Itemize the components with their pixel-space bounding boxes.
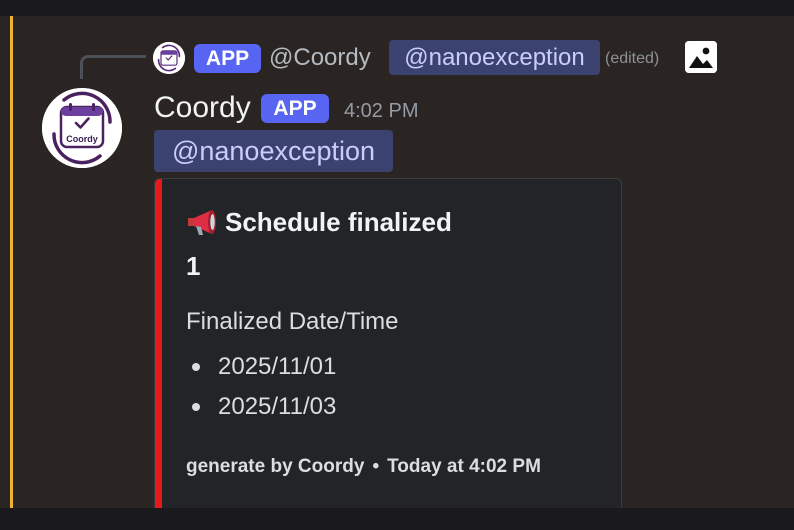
footer-separator: •	[372, 456, 380, 477]
coordy-logo-icon	[153, 42, 185, 74]
bullet	[192, 363, 200, 371]
author-name[interactable]: Coordy	[154, 89, 251, 127]
app-badge: APP	[261, 94, 329, 123]
reply-connector-line	[80, 55, 146, 79]
footer-text: generate by Coordy	[186, 456, 365, 477]
svg-text:Coordy: Coordy	[66, 134, 98, 144]
edited-label: (edited)	[605, 50, 660, 67]
embed-field-name: Finalized Date/Time	[186, 308, 399, 335]
author-avatar[interactable]: Coordy	[42, 88, 122, 168]
bottom-strip	[0, 508, 794, 530]
coordy-logo-icon: Coordy	[42, 88, 122, 168]
list-item: 2025/11/03	[186, 387, 336, 427]
date-value: 2025/11/01	[218, 353, 337, 380]
bullet	[192, 403, 200, 411]
footer-timestamp: Today at 4:02 PM	[387, 456, 541, 477]
embed-field-list: 2025/11/01 2025/11/03	[186, 347, 336, 427]
list-item: 2025/11/01	[186, 347, 336, 387]
image-icon[interactable]	[685, 41, 717, 73]
embed-title: Schedule finalized	[185, 205, 452, 239]
embed-title-text: Schedule finalized	[225, 207, 452, 237]
reply-app-badge: APP	[194, 44, 261, 73]
reply-mention[interactable]: @nanoexception	[389, 40, 600, 75]
mention-highlight-bar	[10, 16, 13, 508]
embed-footer: generate by Coordy • Today at 4:02 PM	[186, 453, 541, 481]
message-timestamp[interactable]: 4:02 PM	[344, 98, 418, 124]
embed-description: 1	[186, 251, 201, 281]
top-strip	[0, 0, 794, 16]
reply-avatar[interactable]	[153, 42, 185, 74]
megaphone-icon	[185, 207, 223, 237]
reply-author-name[interactable]: @Coordy	[269, 42, 371, 74]
user-mention[interactable]: @nanoexception	[154, 130, 393, 172]
embed-card: Schedule finalized 1 Finalized Date/Time…	[154, 178, 622, 516]
message-container[interactable]: APP @Coordy @nanoexception (edited) Coor…	[0, 16, 794, 516]
date-value: 2025/11/03	[218, 393, 337, 420]
embed-color-stripe	[155, 179, 162, 515]
